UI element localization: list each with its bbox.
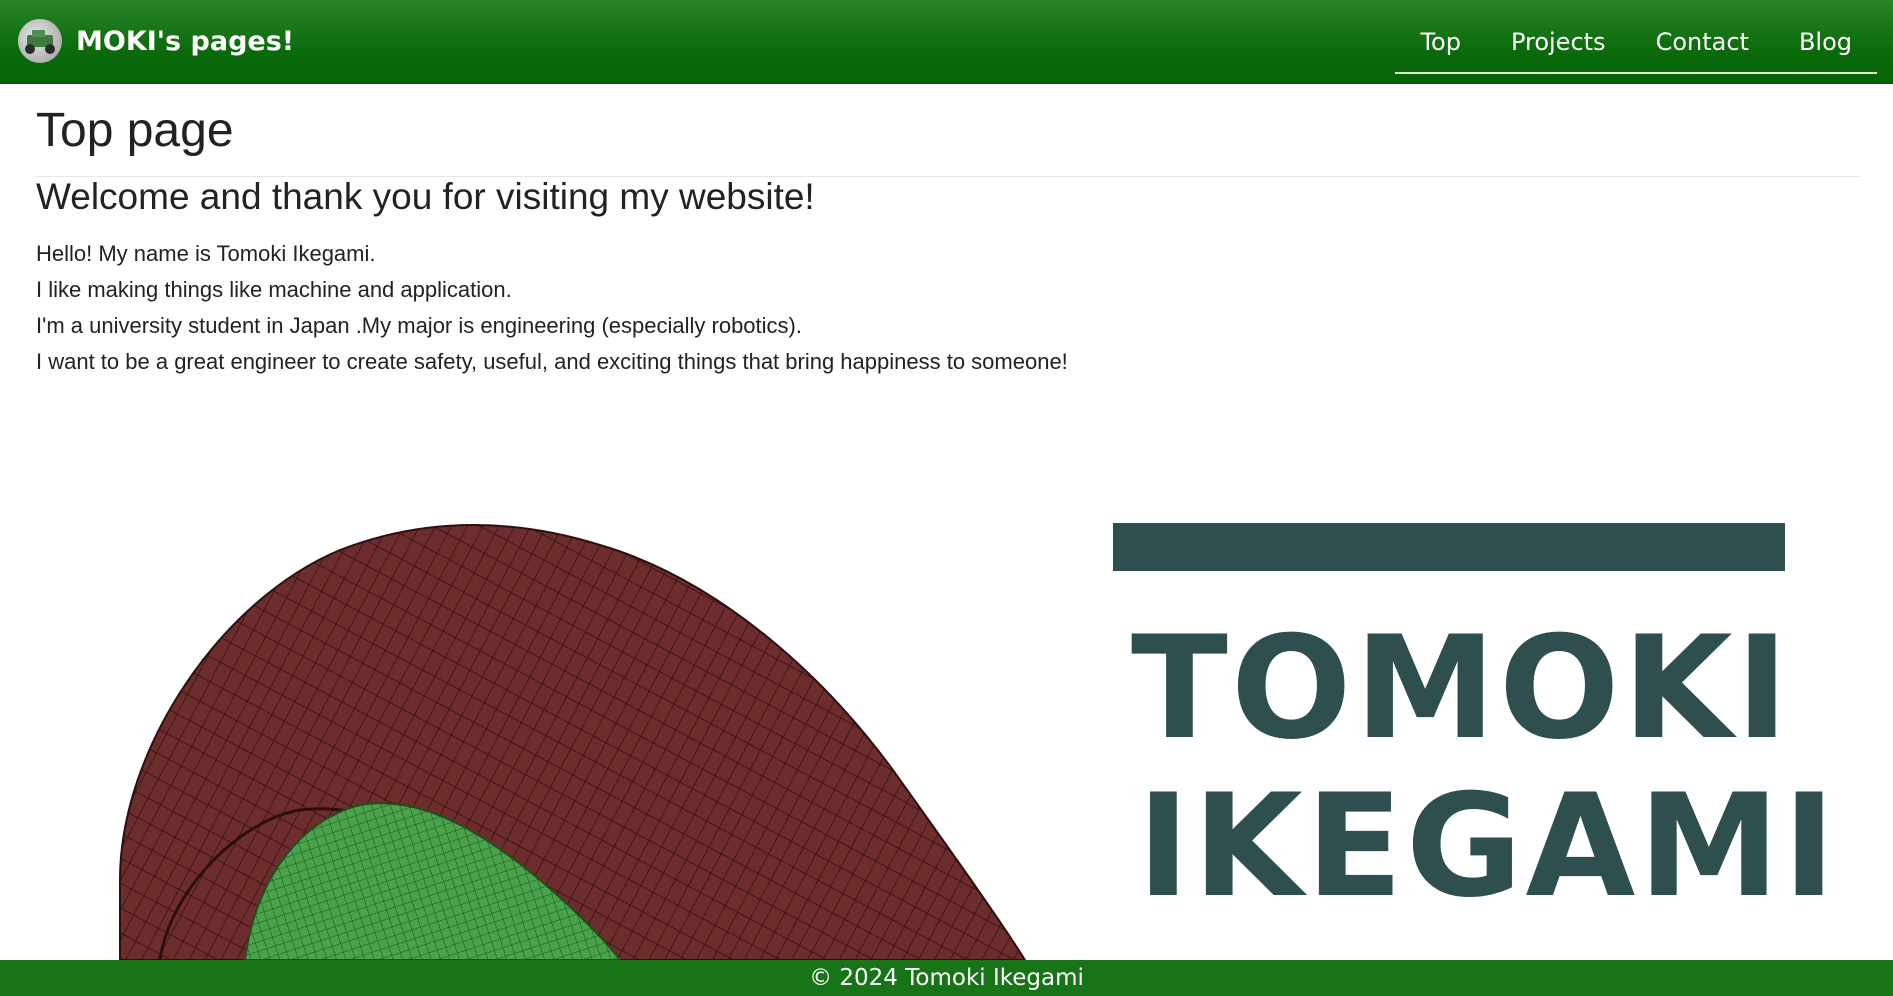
intro-line: I like making things like machine and ap…: [36, 277, 512, 302]
top-navbar: MOKI's pages! Top Projects Contact Blog: [0, 0, 1893, 84]
hero-name-last: IKEGAMI: [1137, 764, 1839, 929]
footer: © 2024 Tomoki Ikegami: [0, 960, 1893, 996]
nav-link-projects[interactable]: Projects: [1486, 0, 1631, 72]
intro-line: I want to be a great engineer to create …: [36, 349, 1068, 374]
robot-car-logo-icon: [18, 19, 62, 63]
hero-name-first: TOMOKI: [1131, 606, 1792, 771]
welcome-heading: Welcome and thank you for visiting my we…: [36, 176, 815, 217]
nav-link-top[interactable]: Top: [1395, 0, 1486, 72]
name-accent-bar: [1113, 523, 1785, 571]
intro-line: I'm a university student in Japan .My ma…: [36, 313, 802, 338]
brand-name: MOKI's pages!: [76, 25, 295, 57]
page-title: Top page: [36, 104, 234, 157]
main-nav: Top Projects Contact Blog: [1395, 0, 1877, 74]
nav-link-contact[interactable]: Contact: [1631, 0, 1774, 72]
brand[interactable]: MOKI's pages!: [18, 18, 294, 64]
footer-copyright: © 2024 Tomoki Ikegami: [809, 965, 1084, 991]
intro-line: Hello! My name is Tomoki Ikegami.: [36, 241, 376, 266]
intro-text: Hello! My name is Tomoki Ikegami. I like…: [36, 236, 1068, 380]
nav-link-blog[interactable]: Blog: [1774, 0, 1877, 72]
